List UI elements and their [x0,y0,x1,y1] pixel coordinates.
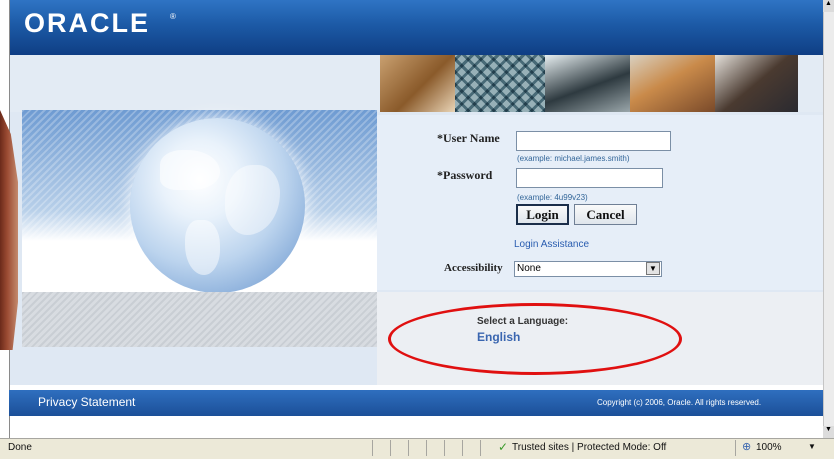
login-assistance-link[interactable]: Login Assistance [514,239,589,250]
annotation-circle [388,303,682,375]
username-input[interactable] [516,131,671,151]
status-segment [444,440,459,456]
scroll-up-icon[interactable]: ▲ [823,0,834,12]
photo-woman [380,55,455,112]
accessibility-label: Accessibility [444,262,503,274]
status-text: Done [8,442,32,453]
vertical-scrollbar[interactable] [823,0,834,438]
username-label: *User Name [437,131,500,145]
gray-banner [22,292,377,347]
password-hint: (example: 4u99v23) [517,193,588,202]
password-label: *Password [437,168,493,182]
photo-tower [455,55,545,112]
status-segment [462,440,477,456]
photo-man-laptop [545,55,630,112]
status-segment [408,440,423,456]
registered-mark: ® [170,12,176,21]
privacy-statement-link[interactable]: Privacy Statement [38,395,135,409]
status-segment [390,440,405,456]
photo-man-suit [715,55,798,112]
copyright-text: Copyright (c) 2006, Oracle. All rights r… [597,398,762,407]
photo-headset [630,55,715,112]
login-button[interactable]: Login [516,204,569,225]
status-segment [426,440,441,456]
browser-content: ORACLE ® [9,0,825,438]
trusted-check-icon: ✓ [498,440,509,454]
globe-image [130,118,305,293]
status-segment [480,440,495,456]
accessibility-select[interactable]: None [514,261,662,277]
password-input[interactable] [516,168,663,188]
people-photo-strip [380,55,798,112]
globe-continent [185,220,220,275]
cancel-button[interactable]: Cancel [574,204,637,225]
status-segment [372,440,387,456]
globe-continent [160,150,220,190]
username-hint: (example: michael.james.smith) [517,154,630,163]
zoom-level[interactable]: 100% [756,442,782,453]
scroll-down-icon[interactable]: ▼ [823,426,834,438]
zoom-dropdown-icon[interactable]: ▼ [808,442,816,451]
zoom-icon[interactable]: ⊕ [742,440,751,453]
dropdown-arrow-icon[interactable]: ▼ [646,262,660,275]
oracle-logo: ORACLE [24,8,150,38]
security-zone[interactable]: Trusted sites | Protected Mode: Off [512,442,666,453]
